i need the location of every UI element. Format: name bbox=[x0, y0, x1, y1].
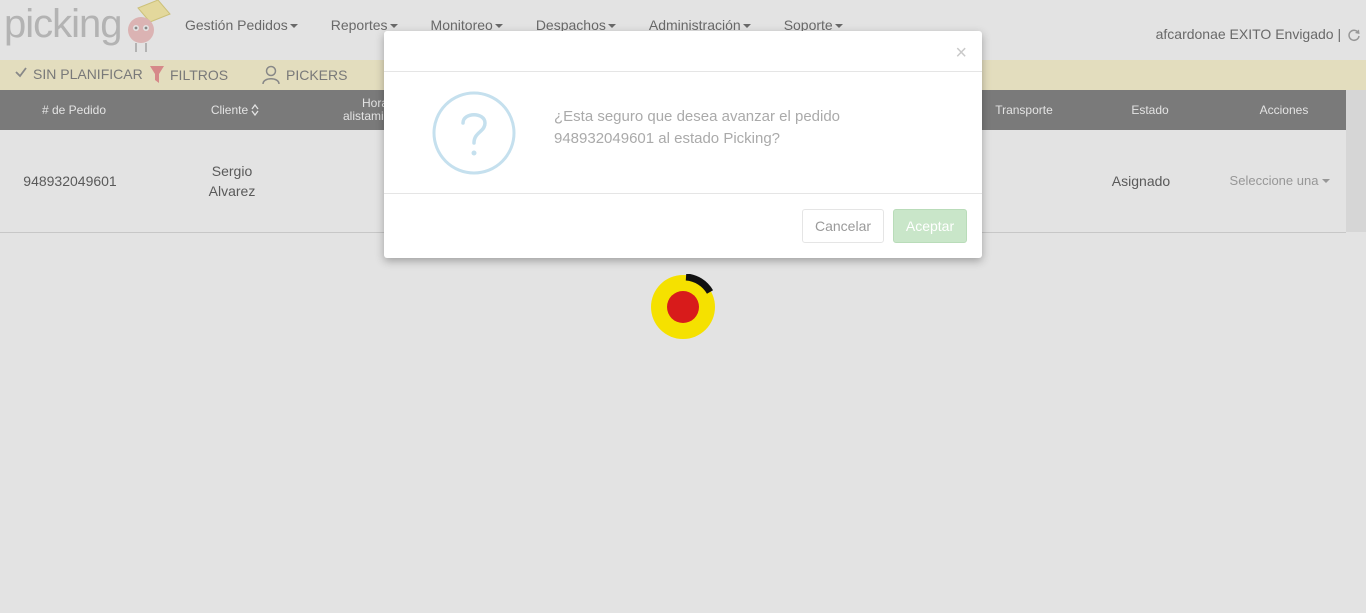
dialog-body: ¿Esta seguro que desea avanzar el pedido… bbox=[384, 72, 982, 193]
cancel-button[interactable]: Cancelar bbox=[802, 209, 884, 243]
confirm-dialog: × ¿Esta seguro que desea avanzar el pedi… bbox=[384, 31, 982, 258]
dialog-message: ¿Esta seguro que desea avanzar el pedido… bbox=[554, 108, 841, 147]
dialog-header: × bbox=[384, 31, 982, 72]
loading-spinner-icon bbox=[651, 274, 715, 339]
accept-button[interactable]: Aceptar bbox=[893, 209, 967, 243]
question-icon bbox=[432, 91, 516, 175]
close-icon[interactable]: × bbox=[955, 43, 967, 63]
dialog-footer: Cancelar Aceptar bbox=[384, 193, 982, 259]
